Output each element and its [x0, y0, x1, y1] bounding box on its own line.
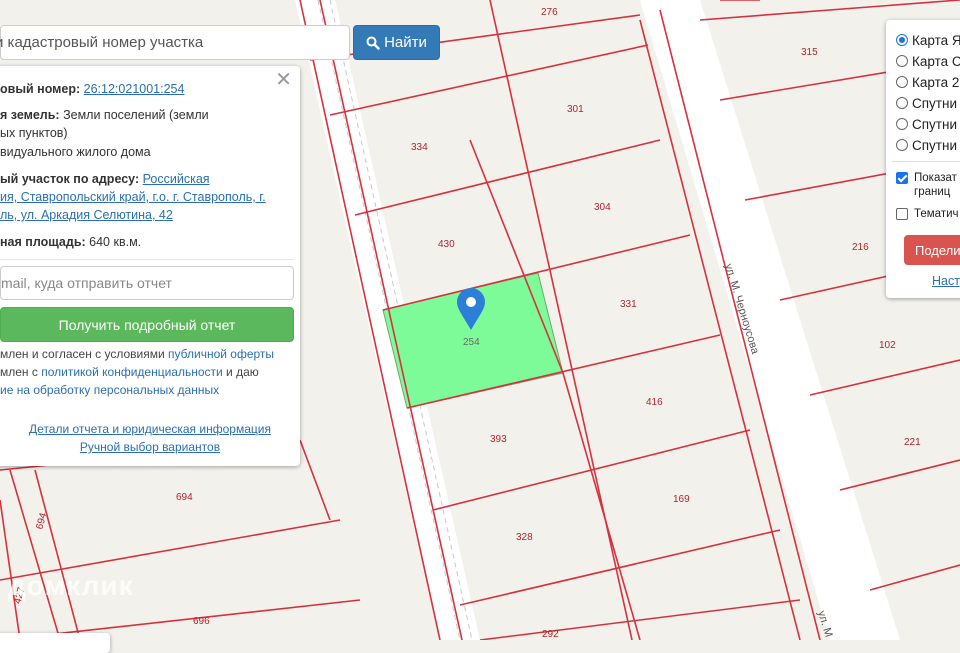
plot-label: 102 — [879, 340, 896, 351]
watermark: домклик — [8, 570, 134, 601]
thematic-label: Тематич — [914, 208, 959, 220]
bottom-panel — [0, 633, 110, 653]
show-borders-checkbox[interactable] — [896, 172, 908, 184]
search-box — [0, 25, 350, 60]
land-category-label: я земель: — [0, 108, 60, 122]
search-input[interactable] — [0, 26, 349, 59]
land-category-line2: ых пунктов) — [0, 126, 68, 140]
layer-option-label: Спутни — [912, 116, 957, 132]
agree-privacy-text: млен с — [0, 365, 42, 379]
plot-label: 696 — [193, 616, 210, 627]
land-category-value: Земли поселений (земли — [63, 108, 209, 122]
plot-label: 694 — [176, 492, 193, 503]
manual-selection-link[interactable]: Ручной выбор вариантов — [80, 440, 220, 454]
radio-selected[interactable] — [896, 34, 908, 46]
settings-link[interactable]: Настр — [932, 274, 960, 288]
layer-option-5[interactable]: Спутни — [896, 114, 957, 134]
public-offer-link[interactable]: публичной оферты — [168, 347, 274, 361]
plot-label: 430 — [438, 239, 455, 250]
address-link-line2[interactable]: ия, Ставропольский край, г.о. г. Ставроп… — [0, 188, 266, 206]
privacy-policy-link[interactable]: политикой конфиденциальности — [41, 365, 222, 379]
divider — [0, 259, 294, 260]
email-field[interactable] — [0, 266, 294, 300]
search-icon — [366, 36, 380, 50]
personal-data-link[interactable]: ие на обработку персональных данных — [0, 383, 219, 397]
layer-option-label: Карта 2 — [912, 74, 960, 90]
share-button[interactable]: Подели — [904, 235, 960, 265]
plot-label: 393 — [490, 434, 507, 445]
plot-label: 169 — [673, 494, 690, 505]
cadastral-number-label: овый номер: — [0, 82, 81, 96]
get-report-button[interactable]: Получить подробный отчет — [0, 307, 294, 342]
plot-label: 416 — [646, 397, 663, 408]
report-details-link[interactable]: Детали отчета и юридическая информация — [29, 422, 271, 436]
radio[interactable] — [896, 55, 908, 67]
layer-option-3[interactable]: Карта 2 — [896, 72, 959, 92]
radio[interactable] — [896, 118, 908, 130]
layer-option-2[interactable]: Карта С — [896, 51, 960, 71]
radio[interactable] — [896, 76, 908, 88]
plot-label: 221 — [904, 437, 921, 448]
address-link-line3[interactable]: ль, ул. Аркадия Селютина, 42 — [0, 206, 173, 224]
show-borders-toggle[interactable]: Показат границ — [896, 171, 957, 199]
thematic-checkbox[interactable] — [896, 208, 908, 220]
layer-option-label: Карта Я — [912, 32, 960, 48]
address-link[interactable]: Российская — [143, 172, 210, 186]
plot-label: 315 — [801, 47, 818, 58]
search-button-label: Найти — [384, 34, 427, 51]
area-value: 640 кв.м. — [89, 235, 142, 249]
plot-label: 304 — [594, 202, 611, 213]
plot-label: 276 — [541, 7, 558, 18]
plot-label: 328 — [516, 532, 533, 543]
thematic-toggle[interactable]: Тематич — [896, 208, 959, 220]
layer-option-6[interactable]: Спутни — [896, 135, 957, 155]
layer-option-label: Спутни — [912, 95, 957, 111]
plot-label: 292 — [542, 629, 559, 640]
area-label: ная площадь: — [0, 235, 86, 249]
agree-offer-text: млен и согласен с условиями — [0, 347, 169, 361]
radio[interactable] — [896, 139, 908, 151]
show-borders-label: Показат — [914, 172, 957, 184]
layer-option-yandex-map[interactable]: Карта Я — [896, 30, 960, 50]
map-layers-panel: Карта Я Карта С Карта 2 Спутни Спутни Сп… — [886, 20, 960, 298]
plot-label: 216 — [852, 242, 869, 253]
agree-privacy-suffix: и даю — [222, 365, 259, 379]
cadastral-number-link[interactable]: 26:12:021001:254 — [84, 82, 185, 96]
plot-label: 334 — [411, 142, 428, 153]
plot-label: 301 — [567, 104, 584, 115]
layer-option-4[interactable]: Спутни — [896, 93, 957, 113]
search-button[interactable]: Найти — [353, 25, 440, 60]
address-label: ый участок по адресу: — [0, 172, 140, 186]
layer-option-label: Карта С — [912, 53, 960, 69]
radio[interactable] — [896, 97, 908, 109]
show-borders-label-line2: границ — [914, 186, 951, 198]
plot-info-panel: ✕ овый номер: 26:12:021001:254 я земель:… — [0, 66, 300, 466]
layer-option-label: Спутни — [912, 137, 957, 153]
land-use-line: видуального жилого дома — [0, 145, 151, 159]
divider — [892, 161, 960, 162]
selected-plot-label: 254 — [463, 337, 480, 348]
plot-label: 331 — [620, 299, 637, 310]
